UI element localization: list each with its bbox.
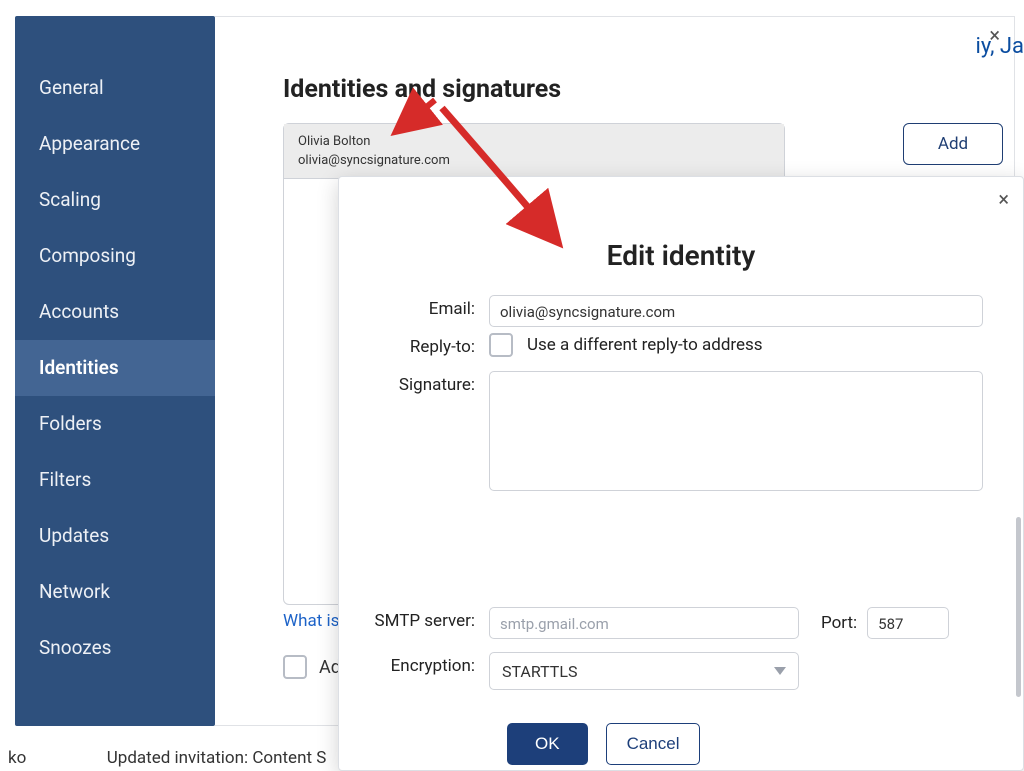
sidebar-item-filters[interactable]: Filters (15, 452, 215, 508)
sidebar-item-folders[interactable]: Folders (15, 396, 215, 452)
add-button[interactable]: Add (903, 123, 1003, 165)
footer-mid: Updated invitation: Content S (107, 748, 327, 768)
replyto-checkbox-label: Use a different reply-to address (527, 335, 763, 355)
email-label: Email: (339, 295, 489, 323)
sidebar-item-snoozes[interactable]: Snoozes (15, 620, 215, 676)
encryption-value: STARTTLS (502, 662, 577, 681)
identity-name: Olivia Bolton (298, 134, 770, 149)
port-label: Port: (821, 607, 857, 639)
ok-button[interactable]: OK (507, 723, 588, 765)
what-is-link[interactable]: What is (283, 611, 339, 631)
settings-sidebar: General Appearance Scaling Composing Acc… (15, 16, 215, 726)
background-footer: ko Updated invitation: Content S (8, 748, 326, 768)
cancel-button[interactable]: Cancel (606, 723, 701, 765)
smtp-server-field[interactable]: smtp.gmail.com (489, 607, 799, 639)
email-field[interactable]: olivia@syncsignature.com (489, 295, 983, 327)
sidebar-item-network[interactable]: Network (15, 564, 215, 620)
dialog-title: Edit identity (339, 239, 1023, 272)
sidebar-item-identities[interactable]: Identities (15, 340, 215, 396)
signature-label: Signature: (339, 371, 489, 399)
sidebar-item-updates[interactable]: Updates (15, 508, 215, 564)
port-field[interactable]: 587 (867, 607, 949, 639)
identity-row[interactable]: Olivia Bolton olivia@syncsignature.com (284, 124, 784, 179)
replyto-label: Reply-to: (339, 333, 489, 361)
edit-identity-dialog: × Edit identity Email: olivia@syncsignat… (338, 176, 1024, 771)
sidebar-item-accounts[interactable]: Accounts (15, 284, 215, 340)
chevron-down-icon (774, 667, 786, 675)
sidebar-item-scaling[interactable]: Scaling (15, 172, 215, 228)
ad-checkbox-row: Ad (283, 655, 341, 679)
background-day-fragment: iy, Ja (975, 34, 1024, 59)
sidebar-item-composing[interactable]: Composing (15, 228, 215, 284)
encryption-select[interactable]: STARTTLS (489, 652, 799, 690)
encryption-label: Encryption: (339, 652, 489, 680)
close-icon[interactable]: × (998, 189, 1009, 209)
ad-checkbox[interactable] (283, 655, 307, 679)
smtp-label: SMTP server: (339, 607, 489, 635)
signature-field[interactable] (489, 371, 983, 491)
scrollbar-thumb[interactable] (1016, 517, 1021, 697)
page-title: Identities and signatures (283, 75, 561, 104)
footer-left: ko (8, 748, 26, 768)
identity-email: olivia@syncsignature.com (298, 153, 770, 168)
sidebar-item-appearance[interactable]: Appearance (15, 116, 215, 172)
sidebar-item-general[interactable]: General (15, 60, 215, 116)
replyto-checkbox[interactable] (489, 333, 513, 357)
